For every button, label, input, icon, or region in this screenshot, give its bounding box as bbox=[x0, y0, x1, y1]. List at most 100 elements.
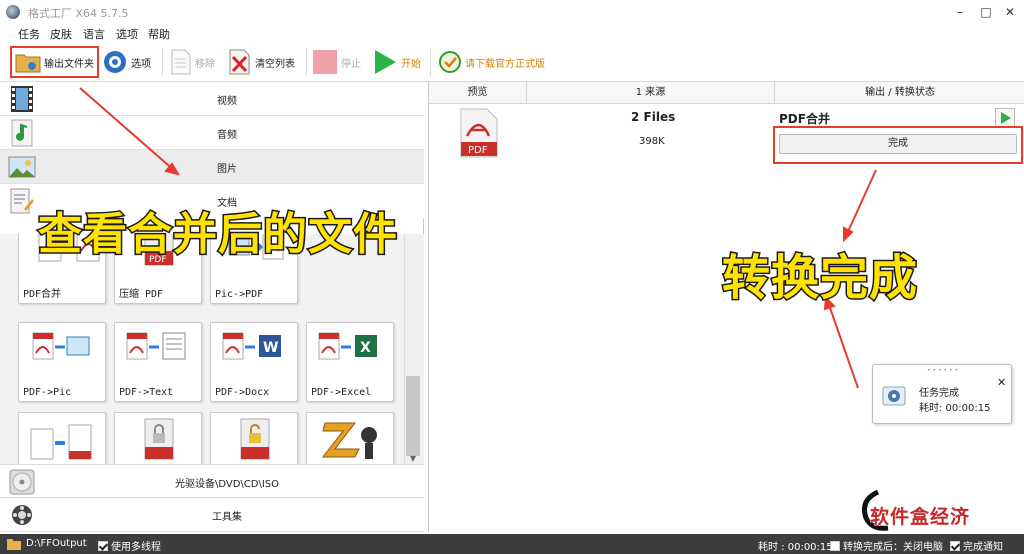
row-play-button[interactable] bbox=[995, 108, 1015, 128]
pdf-file-icon: PDF bbox=[460, 108, 498, 158]
notification-app-icon bbox=[882, 386, 906, 406]
clear-list-label: 清空列表 bbox=[255, 58, 295, 70]
toolbar-separator bbox=[306, 48, 307, 76]
app-icon bbox=[6, 5, 20, 19]
tile-label: 压缩 PDF bbox=[119, 289, 164, 300]
menu-task[interactable]: 任务 bbox=[18, 26, 40, 42]
tile-pdf-to-text[interactable]: PDF->Text bbox=[114, 322, 202, 402]
play-icon bbox=[375, 50, 396, 74]
scroll-down-arrow-icon[interactable]: ▼ bbox=[406, 454, 420, 464]
checkbox-checked-icon bbox=[950, 541, 960, 551]
tile-pdf-decrypt[interactable] bbox=[210, 412, 298, 464]
pdf-to-docx-icon: W bbox=[222, 332, 281, 360]
svg-text:X: X bbox=[360, 340, 371, 356]
options-label: 选项 bbox=[131, 58, 151, 70]
drag-handle[interactable]: •••••• bbox=[927, 367, 960, 374]
menu-skin[interactable]: 皮肤 bbox=[50, 26, 72, 42]
watermark-logo: 软件盒经济 bbox=[858, 488, 988, 532]
category-audio-label: 音频 bbox=[217, 130, 237, 141]
tile-zip[interactable] bbox=[306, 412, 394, 464]
source-name: 2 Files bbox=[631, 110, 676, 124]
category-audio[interactable]: 音频 bbox=[0, 116, 424, 150]
category-image-label: 图片 bbox=[217, 164, 237, 175]
tile-label: PDF合并 bbox=[23, 289, 62, 300]
remove-button[interactable]: 移除 bbox=[170, 46, 215, 78]
notify-checkbox[interactable]: 完成通知 bbox=[950, 538, 1003, 553]
document-icon bbox=[171, 49, 191, 75]
pdf-to-excel-icon: X bbox=[318, 332, 377, 360]
stop-button[interactable]: 停止 bbox=[312, 46, 361, 78]
tile-pdf-to-docx[interactable]: W PDF->Docx bbox=[210, 322, 298, 402]
shutdown-label: 转换完成后：关闭电脑 bbox=[843, 542, 943, 553]
lock-icon bbox=[144, 418, 174, 460]
shutdown-after-checkbox[interactable]: 转换完成后：关闭电脑 bbox=[830, 538, 943, 553]
tile-pdf-to-excel[interactable]: X PDF->Excel bbox=[306, 322, 394, 402]
toolbar: 输出文件夹 选项 移除 清空列表 停止 开始 请下载官方正式版 bbox=[0, 42, 1024, 82]
column-output-status[interactable]: 输出 / 转换状态 bbox=[775, 82, 1024, 104]
category-disc[interactable]: 光驱设备\DVD\CD\ISO bbox=[0, 464, 424, 498]
tool-grid: + PDF合并 PDF 压缩 PDF Pic->PDF PDF->Pic PDF… bbox=[0, 234, 424, 464]
title-bar: 格式工厂 X64 5.7.5 – □ ✕ bbox=[0, 0, 1024, 24]
svg-text:W: W bbox=[263, 340, 278, 356]
category-toolbox-label: 工具集 bbox=[212, 512, 242, 523]
column-preview[interactable]: 预览 bbox=[429, 82, 527, 104]
notification-time: 耗时: 00:00:15 bbox=[919, 403, 991, 414]
tile-pdf-to-pic[interactable]: PDF->Pic bbox=[18, 322, 106, 402]
remove-label: 移除 bbox=[195, 58, 215, 70]
status-complete-button[interactable]: 完成 bbox=[779, 134, 1017, 154]
unlock-icon bbox=[240, 418, 270, 460]
notification-close-icon[interactable]: ✕ bbox=[997, 376, 1006, 389]
close-button[interactable]: ✕ bbox=[1000, 3, 1020, 21]
svg-text:PDF: PDF bbox=[468, 145, 488, 156]
task-table-header: 预览 1 来源 输出 / 转换状态 bbox=[429, 82, 1024, 104]
checkbox-unchecked-icon bbox=[830, 541, 840, 551]
output-folder-label: 输出文件夹 bbox=[44, 58, 94, 70]
category-video[interactable]: 视频 bbox=[0, 82, 424, 116]
options-icon bbox=[104, 51, 126, 73]
menu-language[interactable]: 语言 bbox=[83, 26, 105, 42]
annotation-convert-done: 转换完成 bbox=[720, 249, 919, 308]
pdf-to-pic-icon bbox=[32, 332, 90, 360]
tile-label: PDF->Excel bbox=[311, 387, 372, 398]
options-button[interactable]: 选项 bbox=[102, 46, 151, 78]
folder-icon[interactable] bbox=[6, 537, 22, 551]
tile-label: PDF->Docx bbox=[215, 387, 270, 398]
category-toolbox[interactable]: 工具集 bbox=[0, 498, 424, 532]
download-official-link[interactable]: 请下载官方正式版 bbox=[438, 46, 545, 78]
maximize-button[interactable]: □ bbox=[976, 3, 996, 21]
download-icon bbox=[439, 51, 461, 73]
start-button[interactable]: 开始 bbox=[372, 46, 421, 78]
toolbar-separator bbox=[430, 48, 431, 76]
stop-icon bbox=[313, 50, 337, 74]
download-label: 请下载官方正式版 bbox=[465, 58, 545, 70]
elapsed-time: 耗时 : 00:00:15 bbox=[758, 542, 833, 553]
menu-bar: 任务 皮肤 语言 选项 帮助 bbox=[0, 24, 1024, 42]
tile-label: PDF->Text bbox=[119, 387, 174, 398]
pdf-to-text-icon bbox=[126, 332, 186, 360]
watermark-text: 软件盒经济 bbox=[869, 506, 971, 529]
clear-list-button[interactable]: 清空列表 bbox=[228, 46, 295, 78]
toolbar-separator bbox=[162, 48, 163, 76]
tile-word-to-pdf[interactable] bbox=[18, 412, 106, 464]
tile-label: PDF->Pic bbox=[23, 387, 72, 398]
annotation-view-merged: 查看合并后的文件 bbox=[37, 208, 399, 262]
output-folder-button[interactable]: 输出文件夹 bbox=[10, 46, 99, 78]
minimize-button[interactable]: – bbox=[950, 3, 970, 21]
clear-list-icon bbox=[229, 49, 250, 75]
category-image[interactable]: 图片 bbox=[0, 150, 424, 184]
column-source[interactable]: 1 来源 bbox=[527, 82, 775, 104]
scrollbar-thumb[interactable] bbox=[406, 376, 420, 456]
menu-options[interactable]: 选项 bbox=[116, 26, 138, 42]
multithread-label: 使用多线程 bbox=[111, 542, 161, 553]
notify-label: 完成通知 bbox=[963, 542, 1003, 553]
tile-label: Pic->PDF bbox=[215, 289, 264, 300]
task-complete-notification[interactable]: •••••• 任务完成 耗时: 00:00:15 ✕ bbox=[872, 364, 1012, 424]
category-disc-label: 光驱设备\DVD\CD\ISO bbox=[174, 479, 280, 490]
output-path: D:\FFOutput bbox=[26, 538, 87, 549]
start-label: 开始 bbox=[401, 58, 421, 70]
tile-pdf-encrypt[interactable] bbox=[114, 412, 202, 464]
output-name: PDF合并 bbox=[779, 112, 830, 126]
window-title: 格式工厂 X64 5.7.5 bbox=[28, 7, 129, 20]
menu-help[interactable]: 帮助 bbox=[148, 26, 170, 42]
multithread-checkbox[interactable]: 使用多线程 bbox=[98, 538, 161, 553]
